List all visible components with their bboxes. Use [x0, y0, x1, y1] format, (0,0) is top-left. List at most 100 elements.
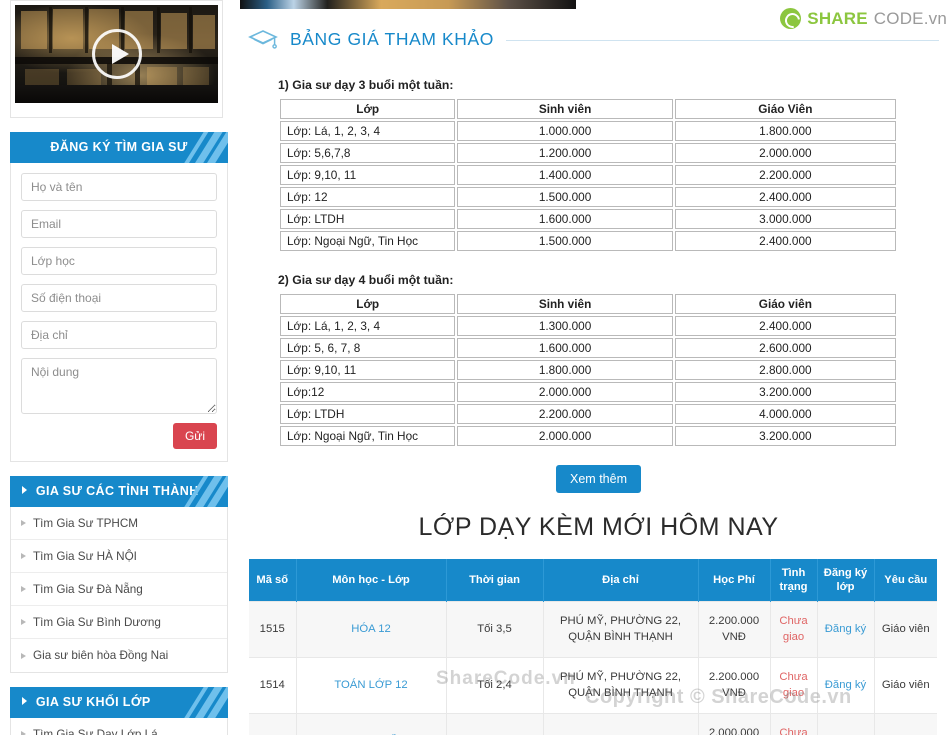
content-textarea[interactable]: [21, 358, 217, 414]
cell-yeu-cau: Giáo viên: [873, 601, 937, 658]
cell-dang-ky[interactable]: Đăng ký: [816, 712, 875, 735]
cell-lop: Lớp: Ngoại Ngữ, Tin Học: [280, 426, 456, 446]
cell-lop: Lớp: 5, 6, 7, 8: [280, 338, 456, 358]
cell-dang-ky[interactable]: Đăng ký: [816, 656, 875, 714]
table-row: Lớp: 9,10, 11 1.800.000 2.800.000: [280, 360, 896, 380]
sidebar-item-dongnai[interactable]: Gia sư biên hòa Đồng Nai: [11, 639, 227, 672]
cell-dia-chi: PHÚ MỸ, PHƯỜNG 22, QUẬN BÌNH THẠNH: [542, 601, 699, 658]
table-row: 1514 TOÁN LỚP 12 Tối 2,4 PHÚ MỸ, PHƯỜNG 22,…: [249, 656, 937, 714]
sidebar-item-lop-la[interactable]: Tìm Gia Sư Dạy Lớp Lá: [11, 718, 227, 735]
triangle-right-icon: [21, 520, 26, 526]
sidebar-item-danang[interactable]: Tìm Gia Sư Đà Nẵng: [11, 573, 227, 606]
triangle-right-icon: [21, 553, 26, 559]
cell-sinhvien: 2.000.000: [457, 426, 673, 446]
fullname-input[interactable]: [21, 173, 217, 201]
video-thumbnail[interactable]: [15, 5, 218, 103]
section-header: BẢNG GIÁ THAM KHẢO: [248, 27, 939, 58]
cell-sinhvien: 1.600.000: [457, 209, 673, 229]
address-input[interactable]: [21, 321, 217, 349]
signup-widget: ĐĂNG KÝ TÌM GIA SƯ Gửi: [10, 132, 228, 462]
brand-name-strong: SHARE: [807, 8, 868, 28]
cell-lop: Lớp: Lá, 1, 2, 3, 4: [280, 121, 456, 141]
col-header-dia-chi: Địa chỉ: [543, 559, 699, 602]
col-header-dang-ky-lop: Đăng ký lớp: [817, 559, 875, 602]
cell-thoi-gian: Tối 24: [445, 712, 544, 735]
cell-giaovien: 2.400.000: [674, 231, 896, 251]
cell-lop: Lớp: LTDH: [280, 209, 456, 229]
site-logo[interactable]: SHARE CODE.vn: [780, 8, 947, 29]
cell-dia-chi: Phường Tân Phú Quận 9: [542, 712, 699, 735]
brand-name-light: CODE.vn: [873, 8, 947, 28]
email-input[interactable]: [21, 210, 217, 238]
stripe-decoration: [178, 132, 228, 163]
cell-lop: Lớp: LTDH: [280, 404, 456, 424]
grades-widget: GIA SƯ KHỐI LỚP Tìm Gia Sư Dạy Lớp Lá Tì…: [10, 687, 228, 735]
sidebar-item-label: Tìm Gia Sư Đà Nẵng: [33, 582, 143, 596]
cell-ma-so: 1514: [249, 656, 297, 714]
triangle-right-icon: [21, 586, 26, 592]
classes-header-row: Mã số Môn học - Lớp Thời gian Địa chỉ Họ…: [249, 559, 937, 602]
col-header-sinhvien: Sinh viên: [457, 294, 673, 314]
col-header-hoc-phi: Học Phí: [698, 559, 771, 602]
see-more-button[interactable]: Xem thêm: [556, 465, 641, 493]
phone-input[interactable]: [21, 284, 217, 312]
page-root: ĐĂNG KÝ TÌM GIA SƯ Gửi GIA SƯ CÁC TỈNH: [0, 0, 950, 735]
video-card[interactable]: [10, 0, 223, 118]
sidebar-item-label: Tìm Gia Sư TPHCM: [33, 516, 139, 530]
cell-giaovien: 2.600.000: [674, 338, 896, 358]
cell-lop: Lớp: 12: [280, 187, 456, 207]
cell-sinhvien: 1.200.000: [457, 143, 673, 163]
cell-mon-hoc[interactable]: TOÁN LỚP 12: [295, 656, 447, 714]
graduation-cap-icon: [248, 27, 278, 58]
cell-yeu-cau: Giáo viên: [873, 712, 937, 735]
triangle-right-icon: [21, 731, 26, 735]
table-row: Lớp: 9,10, 11 1.400.000 2.200.000: [280, 165, 896, 185]
cell-ma-so: 1515: [249, 601, 297, 658]
cell-sinhvien: 1.400.000: [457, 165, 673, 185]
col-header-thoi-gian: Thời gian: [446, 559, 544, 602]
play-icon[interactable]: [91, 29, 142, 79]
cell-giaovien: 2.200.000: [674, 165, 896, 185]
cell-lop: Lớp: Ngoại Ngữ, Tin Học: [280, 231, 456, 251]
cell-hoc-phi: 2.000.000 VNĐ: [697, 712, 771, 735]
price-table-1-label: 1) Gia sư dạy 3 buổi một tuần:: [278, 78, 454, 92]
col-header-ma-so: Mã số: [249, 559, 297, 602]
cell-sinhvien: 1.000.000: [457, 121, 673, 141]
cell-giaovien: 2.800.000: [674, 360, 896, 380]
cell-sinhvien: 1.500.000: [457, 187, 673, 207]
cell-sinhvien: 1.500.000: [457, 231, 673, 251]
caret-right-icon: [22, 697, 27, 705]
sidebar-item-hanoi[interactable]: Tìm Gia Sư HÀ NỘI: [11, 540, 227, 573]
main-content: SHARE CODE.vn BẢNG GIÁ THAM KHẢO 1) Gia …: [240, 0, 950, 735]
provinces-list: Tìm Gia Sư TPHCM Tìm Gia Sư HÀ NỘI Tìm G…: [10, 507, 228, 673]
cell-sinhvien: 1.800.000: [457, 360, 673, 380]
table-row: 1515 HÓA 12 Tối 3,5 PHÚ MỸ, PHƯỜNG 22, QUẬN…: [249, 601, 937, 658]
cell-dang-ky[interactable]: Đăng ký: [816, 601, 875, 658]
cell-lop: Lớp: 9,10, 11: [280, 165, 456, 185]
cell-sinhvien: 2.200.000: [457, 404, 673, 424]
cell-giaovien: 1.800.000: [674, 121, 896, 141]
table-row: Lớp: 12 1.500.000 2.400.000: [280, 187, 896, 207]
cell-mon-hoc[interactable]: HÓA 12: [295, 601, 447, 658]
class-input[interactable]: [21, 247, 217, 275]
table-row: Lớp:12 2.000.000 3.200.000: [280, 382, 896, 402]
sidebar-item-label: Tìm Gia Sư Bình Dương: [33, 615, 161, 629]
submit-button[interactable]: Gửi: [172, 423, 217, 449]
top-banner-image: [240, 0, 576, 9]
sidebar-item-tphcm[interactable]: Tìm Gia Sư TPHCM: [11, 507, 227, 540]
col-header-sinhvien: Sinh viên: [457, 99, 673, 119]
provinces-widget-title: GIA SƯ CÁC TỈNH THÀNH: [35, 484, 199, 498]
triangle-right-icon: [21, 619, 26, 625]
table-row: Lớp: Ngoại Ngữ, Tin Học 2.000.000 3.200.00…: [280, 426, 896, 446]
classes-heading: LỚP DẠY KÈM MỚI HÔM NAY: [418, 513, 779, 541]
table-row: Lớp: LTDH 2.200.000 4.000.000: [280, 404, 896, 424]
table-row: Lớp: Ngoại Ngữ, Tin Học 1.500.000 2.400.00…: [280, 231, 896, 251]
cell-tinh-trang: Chưa giao: [769, 601, 818, 658]
stripe-decoration: [178, 687, 228, 718]
price-table-2-label: 2) Gia sư dạy 4 buổi một tuần:: [278, 273, 454, 287]
cell-thoi-gian: Tối 3,5: [445, 601, 544, 658]
sidebar-item-binhduong[interactable]: Tìm Gia Sư Bình Dương: [11, 606, 227, 639]
table-header-row: Lớp Sinh viên Giáo viên: [280, 294, 896, 314]
cell-mon-hoc[interactable]: Toán 11 (GẤP): [295, 712, 447, 735]
title-divider: [505, 40, 939, 41]
